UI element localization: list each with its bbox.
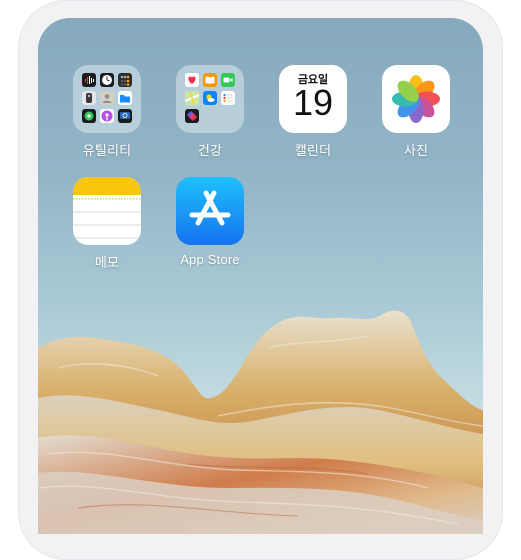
contacts-icon	[100, 91, 114, 105]
home-screen[interactable]: 유틸리티 건강 금요일 19 캘린더 사진 메모 App Store	[38, 18, 483, 534]
app-label: 사진	[403, 143, 429, 158]
app-photos[interactable]: 사진	[373, 65, 459, 159]
health-folder-icon[interactable]	[176, 65, 244, 133]
photos-icon[interactable]	[382, 65, 450, 133]
calculator-icon	[118, 73, 132, 87]
find-my-icon	[82, 109, 96, 123]
podcasts-icon	[100, 109, 114, 123]
files-icon	[118, 91, 132, 105]
clock-icon	[100, 73, 114, 87]
reminders-icon	[221, 91, 235, 105]
utilities-folder-icon[interactable]	[73, 65, 141, 133]
app-health-folder[interactable]: 건강	[167, 65, 253, 159]
app-app-store[interactable]: App Store	[167, 177, 253, 267]
app-label: 유틸리티	[82, 143, 132, 158]
calendar-day: 19	[292, 82, 334, 123]
app-utilities-folder[interactable]: 유틸리티	[64, 65, 150, 159]
app-calendar[interactable]: 금요일 19 캘린더	[270, 65, 356, 159]
app-label: 건강	[197, 143, 223, 158]
magnifier-icon	[118, 109, 132, 123]
app-label: 메모	[94, 255, 120, 270]
health-icon	[185, 73, 199, 87]
remote-icon	[82, 91, 96, 105]
app-store-icon[interactable]	[176, 177, 244, 245]
app-label: App Store	[180, 252, 240, 267]
calendar-icon[interactable]: 금요일 19	[279, 65, 347, 133]
books-icon	[203, 73, 217, 87]
shortcuts-icon	[185, 109, 199, 123]
app-label: 캘린더	[294, 143, 332, 158]
voice-memos-icon	[82, 73, 96, 87]
weather-icon	[203, 91, 217, 105]
facetime-icon	[221, 73, 235, 87]
notes-icon[interactable]	[73, 177, 141, 245]
maps-icon	[185, 91, 199, 105]
app-notes[interactable]: 메모	[64, 177, 150, 271]
